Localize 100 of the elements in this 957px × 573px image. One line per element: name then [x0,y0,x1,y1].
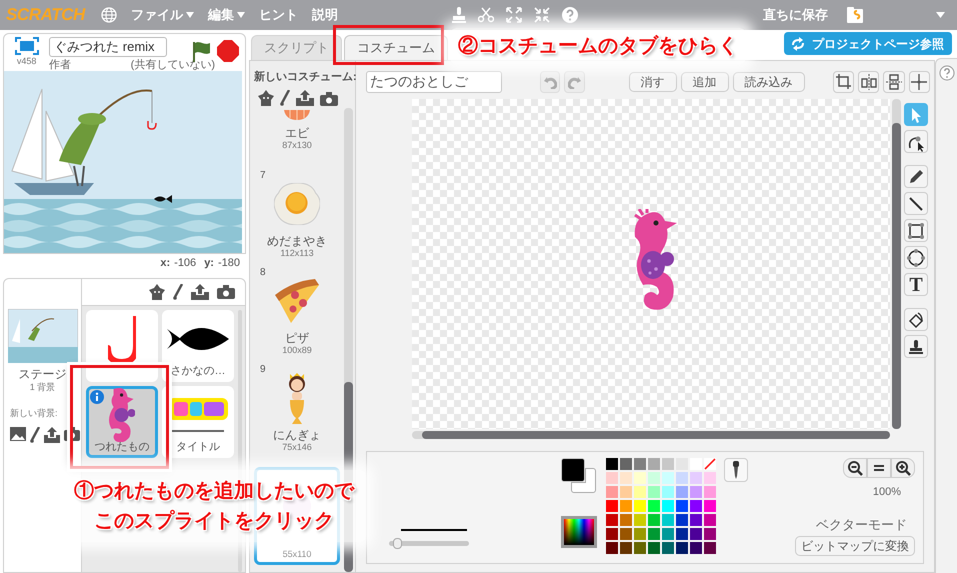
flip-vertical-button[interactable] [883,71,905,93]
text-tool[interactable]: T [904,273,928,296]
costume-item[interactable]: 8 ピザ 100x89 [250,265,344,362]
stamp-tool[interactable] [904,335,928,358]
scissors-icon[interactable] [478,7,494,23]
toolbar-button[interactable]: 消す [628,72,677,92]
color-picker-gradient[interactable] [561,516,597,548]
color-swatch[interactable] [676,472,688,484]
stamp-icon[interactable] [452,7,466,23]
globe-icon[interactable] [100,7,117,23]
color-swatch[interactable] [676,486,688,498]
color-swatch[interactable] [690,542,702,554]
primary-color-swatch[interactable] [561,458,585,482]
flip-horizontal-button[interactable] [858,71,880,93]
color-swatch[interactable] [620,458,632,470]
fill-tool[interactable] [904,308,928,331]
paintbrush-icon[interactable] [173,284,183,300]
no-color-swatch[interactable] [704,458,716,470]
color-swatch[interactable] [620,472,632,484]
color-swatch[interactable] [648,486,660,498]
scrollbar[interactable] [412,431,890,439]
costume-item[interactable]: 9 にんぎょ 75x146 [250,362,344,459]
project-title-field[interactable]: ぐみつれた remix [49,37,168,57]
help-icon[interactable] [938,65,954,81]
convert-to-bitmap-button[interactable]: ビットマップに変換 [795,536,915,556]
color-swatch[interactable] [606,514,618,526]
flag-icon[interactable] [191,40,211,62]
color-swatch[interactable] [662,458,674,470]
rectangle-tool[interactable] [904,219,928,242]
toolbar-button[interactable]: 読み込み [732,72,805,92]
color-swatch[interactable] [620,486,632,498]
color-swatch[interactable] [676,500,688,512]
costume-name-field[interactable]: たつのおとしご [366,71,502,93]
color-swatch[interactable] [662,500,674,512]
character-icon[interactable] [258,90,274,106]
color-swatch[interactable] [634,458,646,470]
color-swatch[interactable] [662,472,674,484]
color-swatch[interactable] [704,542,716,554]
upload-icon[interactable] [44,426,60,442]
paintbrush-icon[interactable] [30,426,40,442]
toolbar-button[interactable]: 追加 [680,72,729,92]
image-icon[interactable] [10,426,26,440]
color-swatch[interactable] [648,458,660,470]
color-swatch[interactable] [606,458,618,470]
color-swatch[interactable] [606,528,618,540]
undo-button[interactable] [540,71,560,93]
costume-item[interactable]: エビ 87x130 [250,108,344,168]
stage-thumbnail-drawing[interactable] [8,309,78,363]
camera-icon[interactable] [217,285,235,299]
help-icon[interactable] [562,7,578,23]
color-swatch[interactable] [690,486,702,498]
redo-button[interactable] [564,71,585,93]
grow-icon[interactable] [506,7,522,23]
reshape-tool[interactable] [904,130,928,153]
pencil-tool[interactable] [904,165,928,188]
color-swatch[interactable] [606,472,618,484]
secondary-color-swatch[interactable] [571,468,596,493]
color-swatch[interactable] [704,472,716,484]
color-swatch[interactable] [634,500,646,512]
color-swatch[interactable] [634,472,646,484]
crosshair-button[interactable] [908,71,930,93]
color-swatch[interactable] [662,514,674,526]
color-swatch[interactable] [634,486,646,498]
color-swatch[interactable] [620,542,632,554]
color-swatch[interactable] [606,542,618,554]
tab[interactable]: コスチューム [344,35,448,60]
camera-icon[interactable] [320,92,338,106]
color-swatch[interactable] [690,500,702,512]
color-swatch[interactable] [676,514,688,526]
color-swatch[interactable] [704,528,716,540]
color-swatch[interactable] [620,514,632,526]
color-swatch[interactable] [606,486,618,498]
info-icon[interactable] [90,390,104,404]
eyedropper-button[interactable] [724,458,748,482]
character-icon[interactable] [149,284,165,300]
costume-item[interactable]: 7 めだまやき 112x113 [250,168,344,265]
color-swatch[interactable] [704,514,716,526]
sprite-tile[interactable]: つれたもの [86,386,158,458]
stroke-width-slider[interactable] [389,541,469,546]
fullscreen-icon[interactable] [14,37,39,55]
color-swatch[interactable] [606,500,618,512]
color-swatch[interactable] [634,542,646,554]
folder-icon[interactable] [846,6,864,24]
sprite-tile[interactable]: さかなの… [162,310,234,382]
caret-icon[interactable] [936,12,945,18]
color-swatch[interactable] [704,486,716,498]
paintbrush-icon[interactable] [280,90,290,106]
color-swatch[interactable] [662,542,674,554]
color-swatch[interactable] [690,528,702,540]
color-swatch[interactable] [648,542,660,554]
upload-icon[interactable] [296,90,314,106]
ellipse-tool[interactable] [904,246,928,269]
color-swatch[interactable] [620,500,632,512]
color-swatch[interactable] [676,528,688,540]
color-swatch[interactable] [676,542,688,554]
color-swatch[interactable] [690,514,702,526]
scrollbar[interactable] [892,99,901,429]
shrink-icon[interactable] [534,7,550,23]
color-swatch[interactable] [704,500,716,512]
color-swatch[interactable] [648,500,660,512]
